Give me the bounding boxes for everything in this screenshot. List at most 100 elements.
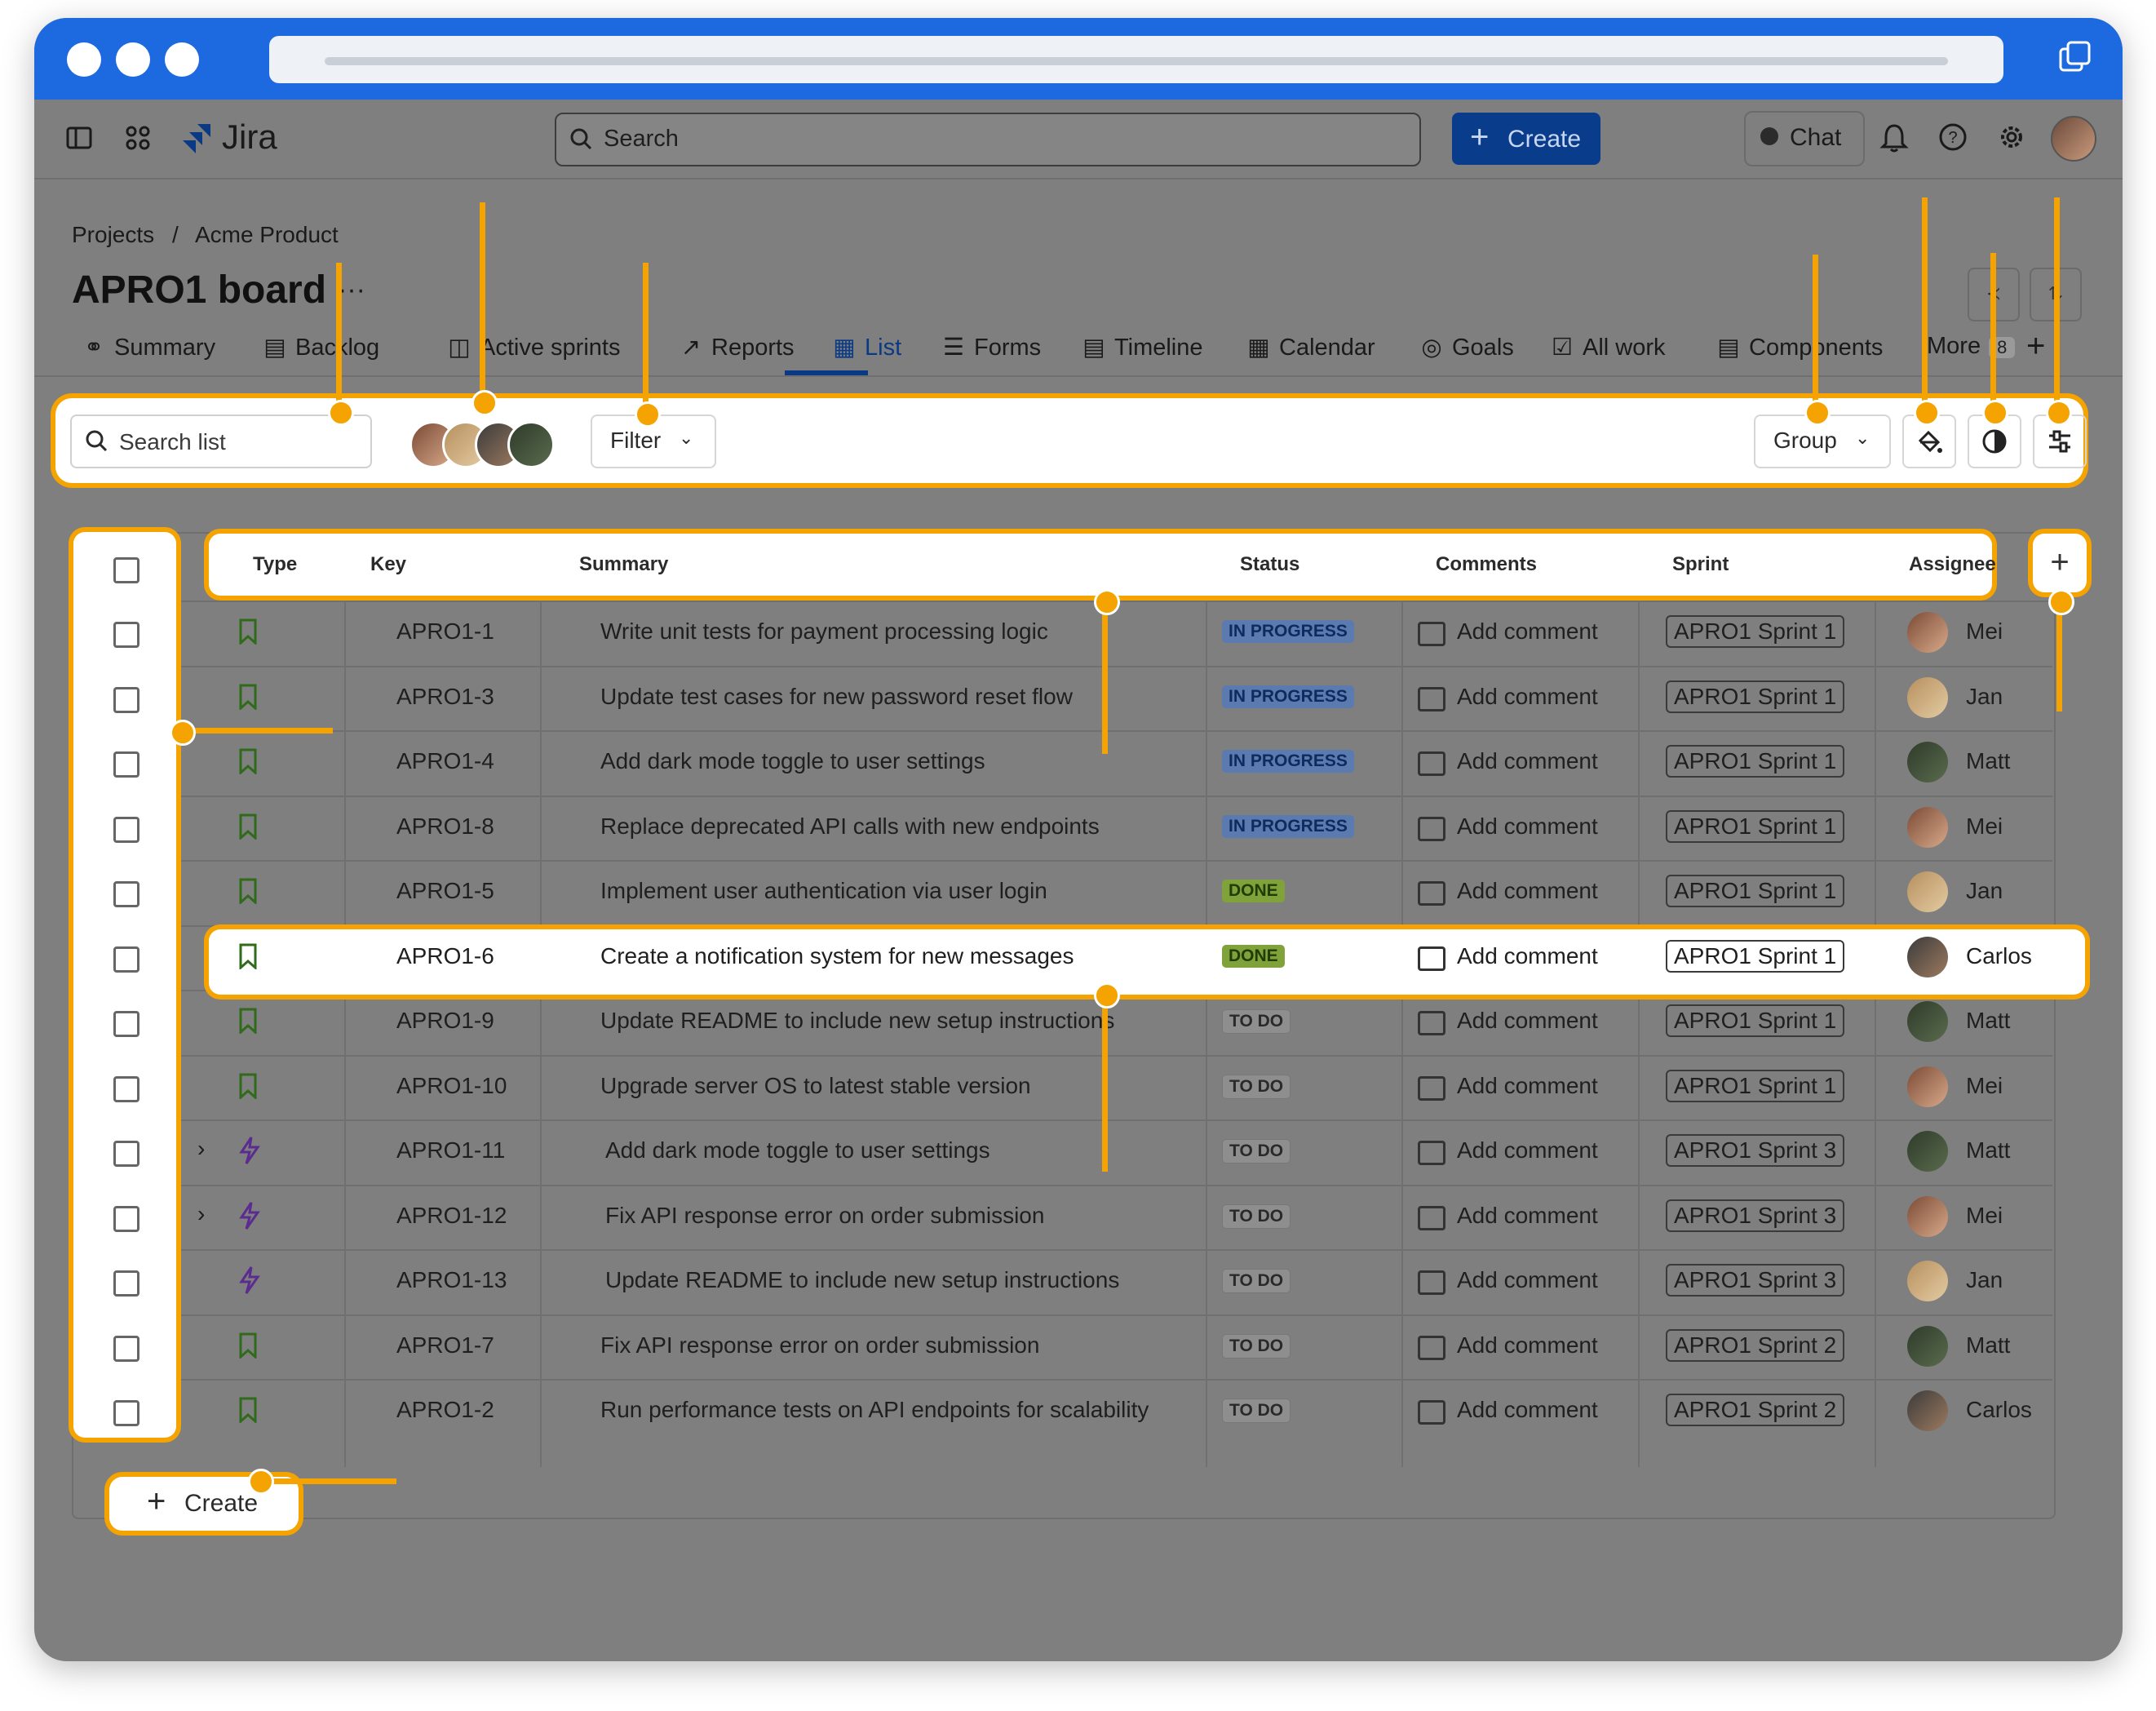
sidebar-toggle-icon[interactable] [65,124,93,152]
column-header-key[interactable]: Key [370,553,406,576]
status-lozenge[interactable]: DONE [1222,880,1285,902]
tabs-icon[interactable] [2059,41,2092,73]
table-row[interactable]: › APRO1-12 Fix API response error on order… [34,1185,2123,1250]
add-comment-link[interactable]: Add comment [1457,1397,1598,1423]
row-checkbox[interactable] [113,622,139,648]
add-column-button[interactable]: + [2033,534,2087,592]
sprint-tag[interactable]: APRO1 Sprint 1 [1666,615,1845,648]
add-comment-link[interactable]: Add comment [1457,1073,1598,1099]
sprint-tag[interactable]: APRO1 Sprint 1 [1666,1070,1845,1102]
status-lozenge[interactable]: IN PROGRESS [1222,750,1354,773]
table-row[interactable]: APRO1-3 Update test cases for new passwor… [34,666,2123,731]
status-lozenge[interactable]: DONE [1222,945,1285,968]
breadcrumb-projects[interactable]: Projects [72,222,154,247]
assignee-name[interactable]: Carlos [1966,943,2032,969]
add-comment-link[interactable]: Add comment [1457,878,1598,904]
app-name[interactable]: Jira [222,117,277,157]
table-row[interactable]: APRO1-5 Implement user authentication via… [34,860,2123,925]
assignee-name[interactable]: Mei [1966,1073,2003,1099]
notifications-bell-icon[interactable] [1879,122,1909,153]
table-row[interactable]: APRO1-9 Update README to include new setu… [34,990,2123,1055]
add-comment-link[interactable]: Add comment [1457,748,1598,774]
sprint-tag[interactable]: APRO1 Sprint 1 [1666,810,1845,843]
app-switcher-icon[interactable] [124,124,152,152]
issue-key[interactable]: APRO1-4 [396,748,494,774]
sprint-tag[interactable]: APRO1 Sprint 1 [1666,745,1845,778]
assignee-name[interactable]: Jan [1966,1267,2003,1293]
assignee-name[interactable]: Mei [1966,618,2003,645]
issue-key[interactable]: APRO1-8 [396,813,494,840]
issue-key[interactable]: APRO1-3 [396,684,494,710]
add-comment-link[interactable]: Add comment [1457,1267,1598,1293]
chat-button[interactable]: Chat [1744,111,1865,166]
add-comment-link[interactable]: Add comment [1457,813,1598,840]
tab-active-sprints[interactable]: ◫ Active sprints [447,333,620,361]
row-checkbox[interactable] [113,881,139,907]
issue-summary[interactable]: Upgrade server OS to latest stable versi… [600,1073,1031,1099]
row-checkbox[interactable] [113,1336,139,1362]
table-row[interactable]: APRO1-4 Add dark mode toggle to user sett… [34,730,2123,796]
tab-calendar[interactable]: ▦ Calendar [1246,333,1375,361]
issue-summary[interactable]: Update README to include new setup instr… [605,1267,1119,1293]
sprint-tag[interactable]: APRO1 Sprint 2 [1666,1394,1845,1426]
sprint-tag[interactable]: APRO1 Sprint 1 [1666,940,1845,973]
issue-key[interactable]: APRO1-6 [396,943,494,969]
add-comment-link[interactable]: Add comment [1457,618,1598,645]
status-lozenge[interactable]: IN PROGRESS [1222,815,1354,838]
table-row[interactable]: APRO1-6 Create a notification system for … [34,925,2123,991]
table-row[interactable]: APRO1-1 Write unit tests for payment proc… [34,601,2123,666]
tab-more[interactable]: More 8 [1927,333,2016,360]
chevron-right-icon[interactable]: › [197,1201,205,1227]
add-comment-link[interactable]: Add comment [1457,1203,1598,1229]
table-row[interactable]: APRO1-10 Upgrade server OS to latest stab… [34,1055,2123,1120]
issue-summary[interactable]: Write unit tests for payment processing … [600,618,1048,645]
tab-all-work[interactable]: ☑ All work [1550,333,1666,361]
window-minimize-dot[interactable] [116,42,150,77]
assignee-name[interactable]: Mei [1966,813,2003,840]
issue-summary[interactable]: Fix API response error on order submissi… [600,1332,1039,1359]
status-lozenge[interactable]: IN PROGRESS [1222,620,1354,643]
status-lozenge[interactable]: TO DO [1222,1139,1291,1164]
window-close-dot[interactable] [67,42,101,77]
sprint-tag[interactable]: APRO1 Sprint 1 [1666,875,1845,907]
table-row[interactable]: APRO1-7 Fix API response error on order s… [34,1314,2123,1380]
assignee-name[interactable]: Matt [1966,748,2010,774]
tab-summary[interactable]: ⚭ Summary [82,333,215,361]
row-checkbox[interactable] [113,1270,139,1297]
issue-summary[interactable]: Update test cases for new password reset… [600,684,1073,710]
global-search-input[interactable]: Search [555,113,1421,166]
add-comment-link[interactable]: Add comment [1457,1008,1598,1034]
table-row[interactable]: APRO1-2 Run performance tests on API endp… [34,1379,2123,1444]
assignee-name[interactable]: Mei [1966,1203,2003,1229]
create-button[interactable]: + Create [1452,113,1600,165]
issue-summary[interactable]: Add dark mode toggle to user settings [605,1137,990,1164]
issue-key[interactable]: APRO1-5 [396,878,494,904]
issue-key[interactable]: APRO1-12 [396,1203,507,1229]
column-header-summary[interactable]: Summary [579,553,668,576]
tab-forms[interactable]: ☰ Forms [941,333,1041,361]
issue-summary[interactable]: Implement user authentication via user l… [600,878,1047,904]
issue-summary[interactable]: Update README to include new setup instr… [600,1008,1114,1034]
add-comment-link[interactable]: Add comment [1457,1137,1598,1164]
add-comment-link[interactable]: Add comment [1457,684,1598,710]
tab-timeline[interactable]: ▤ Timeline [1082,333,1202,361]
column-header-status[interactable]: Status [1240,553,1299,576]
sprint-tag[interactable]: APRO1 Sprint 3 [1666,1264,1845,1297]
status-lozenge[interactable]: TO DO [1222,1334,1291,1359]
table-row[interactable]: APRO1-8 Replace deprecated API calls with… [34,796,2123,861]
row-checkbox[interactable] [113,1141,139,1167]
issue-summary[interactable]: Fix API response error on order submissi… [605,1203,1044,1229]
tab-list[interactable]: ▦ List [832,333,901,361]
search-list-input[interactable]: Search list [70,414,372,468]
title-more-actions[interactable]: ··· [338,274,365,306]
sprint-tag[interactable]: APRO1 Sprint 1 [1666,680,1845,713]
tab-goals[interactable]: ◎ Goals [1419,333,1513,361]
issue-summary[interactable]: Create a notification system for new mes… [600,943,1074,969]
row-checkbox[interactable] [113,946,139,973]
tab-components[interactable]: ▤Components [1716,333,1883,361]
row-checkbox[interactable] [113,687,139,713]
issue-key[interactable]: APRO1-7 [396,1332,494,1359]
avatar-filter-matt[interactable] [507,421,555,468]
tab-reports[interactable]: ↗ Reports [679,333,795,361]
status-lozenge[interactable]: TO DO [1222,1269,1291,1293]
